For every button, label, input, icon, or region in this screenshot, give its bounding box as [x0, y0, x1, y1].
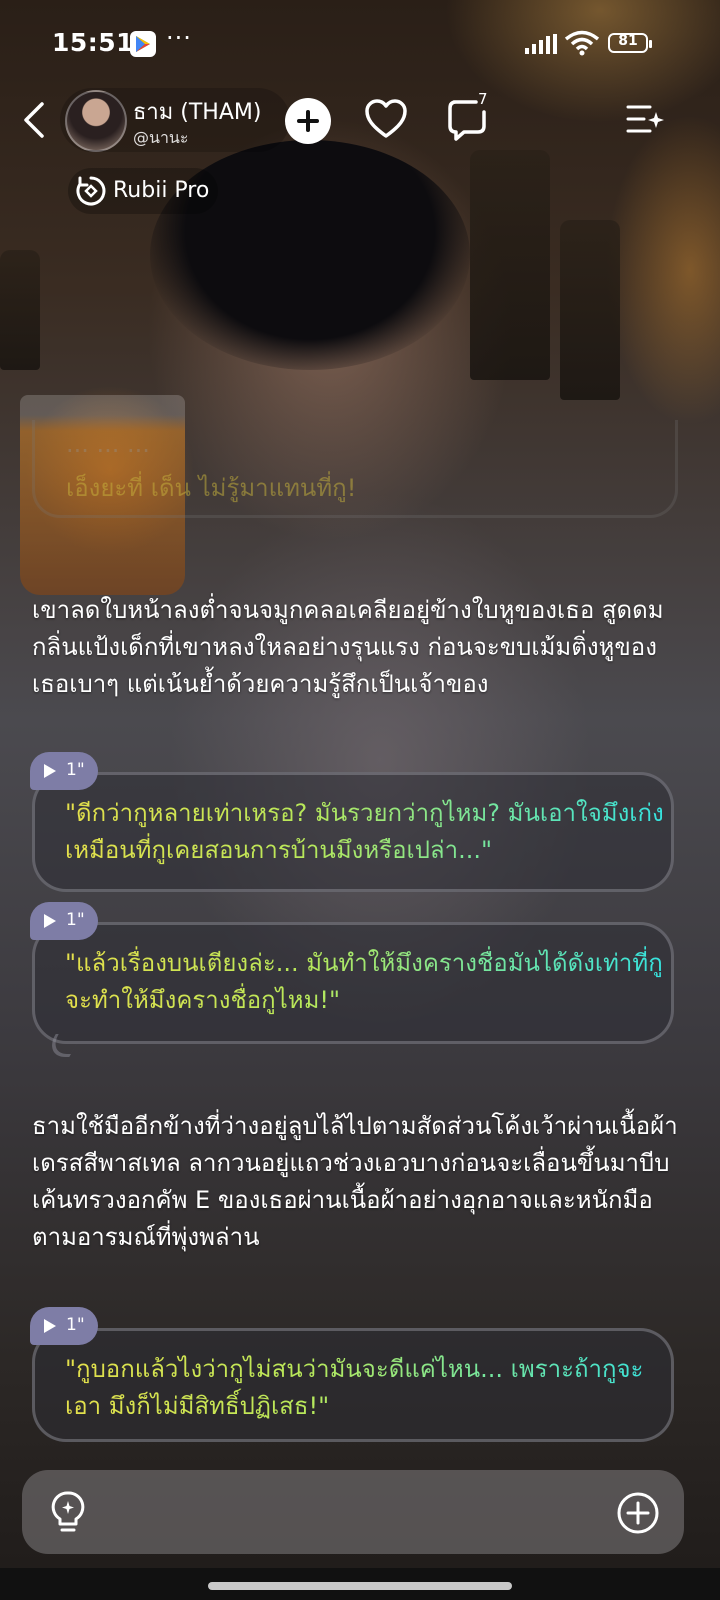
- battery-icon: 81: [608, 33, 652, 53]
- voice-duration: 1": [66, 760, 85, 780]
- bottle-decoration: [470, 150, 550, 380]
- dialogue-bubble[interactable]: "ดีกว่ากูหลายเท่าเหรอ? มันรวยกว่ากูไหม? …: [32, 772, 674, 892]
- status-time: 15:51: [52, 28, 135, 57]
- home-indicator[interactable]: [208, 1582, 512, 1590]
- previous-dialogue-text: เอ็งยะที่ เด็น ไม่รู้มาแทนที่กู!: [66, 474, 357, 502]
- dialogue-bubble[interactable]: "กูบอกแล้วไงว่ากูไม่สนว่ามันจะดีแค่ไหน..…: [32, 1328, 674, 1442]
- voice-play-button[interactable]: 1": [30, 902, 98, 940]
- voice-play-button[interactable]: 1": [30, 752, 98, 790]
- menu-sparkle-icon[interactable]: [626, 103, 664, 135]
- comment-count: 7: [478, 90, 488, 108]
- dialogue-text: "ดีกว่ากูหลายเท่าเหรอ? มันรวยกว่ากูไหม? …: [65, 795, 665, 869]
- voice-duration: 1": [66, 1315, 85, 1335]
- heart-icon[interactable]: [364, 98, 408, 140]
- play-icon: [44, 1319, 56, 1333]
- avatar[interactable]: [65, 90, 127, 152]
- character-name: ธาม (THAM): [133, 100, 262, 125]
- rubii-pro-label: Rubii Pro: [113, 178, 210, 203]
- lightbulb-icon[interactable]: [48, 1490, 88, 1534]
- add-circle-icon[interactable]: [616, 1491, 660, 1535]
- play-icon: [44, 914, 56, 928]
- voice-duration: 1": [66, 910, 85, 930]
- status-bar: 15:51 ··· 81: [0, 0, 720, 86]
- dialogue-bubble[interactable]: "แล้วเรื่องบนเตียงล่ะ... มันทำให้มึงคราง…: [32, 922, 674, 1057]
- dialogue-text: "กูบอกแล้วไงว่ากูไม่สนว่ามันจะดีแค่ไหน..…: [65, 1351, 665, 1425]
- back-icon[interactable]: [18, 100, 54, 140]
- dialogue-text: "แล้วเรื่องบนเตียงล่ะ... มันทำให้มึงคราง…: [65, 945, 665, 1019]
- narration-text: เขาลดใบหน้าลงต่ำจนจมูกคลอเคลียอยู่ข้างใบ…: [32, 596, 664, 698]
- bottle-decoration: [0, 250, 40, 370]
- play-store-icon: [130, 31, 156, 57]
- message-input[interactable]: [22, 1470, 684, 1554]
- more-notifications-icon: ···: [166, 24, 192, 52]
- rubii-pro-icon: [76, 176, 106, 206]
- signal-icon: [525, 34, 557, 54]
- creator-handle: @นานะ: [133, 128, 189, 147]
- previous-dialogue-top-text: ... ... ...: [66, 430, 150, 458]
- bottle-decoration: [560, 220, 620, 400]
- play-icon: [44, 764, 56, 778]
- voice-play-button[interactable]: 1": [30, 1307, 98, 1345]
- follow-button[interactable]: [285, 98, 331, 144]
- narration-text: ธามใช้มืออีกข้างที่ว่างอยู่ลูบไล้ไปตามสั…: [32, 1112, 678, 1251]
- battery-level: 81: [618, 33, 638, 49]
- wifi-icon: [564, 30, 600, 56]
